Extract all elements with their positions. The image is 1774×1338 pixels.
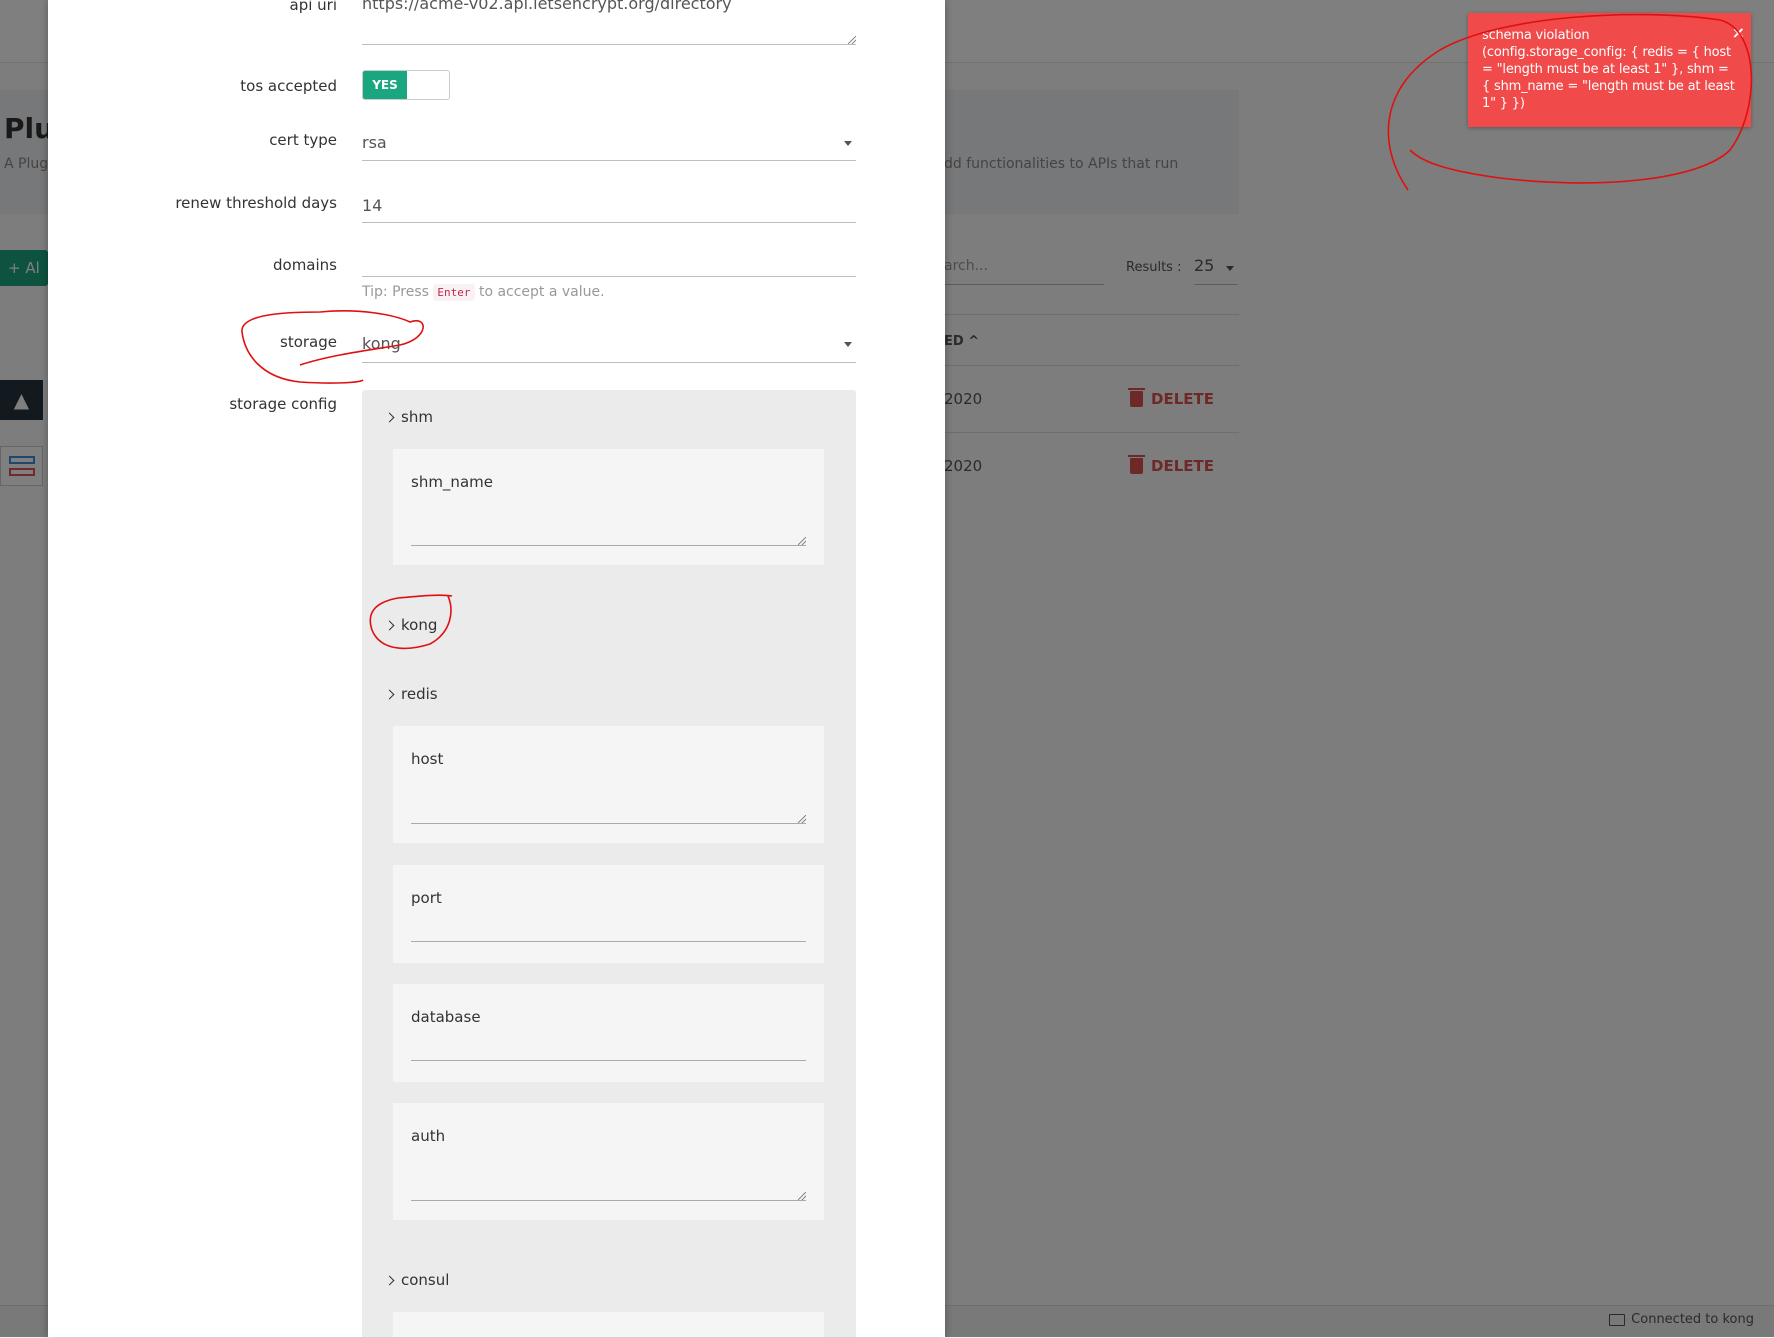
tip-suffix: to accept a value. (478, 284, 605, 300)
error-toast: schema violation (config.storage_config:… (1468, 13, 1751, 127)
api-uri-underline (362, 44, 856, 45)
storage-underline (362, 362, 856, 363)
field-card-host: host (393, 726, 824, 843)
chevron-right-icon (384, 1275, 395, 1285)
tos-accepted-toggle[interactable]: YES (362, 70, 450, 100)
field-card-consul (393, 1312, 824, 1337)
host-label: host (411, 750, 444, 768)
field-card-database: database (393, 984, 824, 1082)
domains-input[interactable] (362, 276, 856, 277)
chevron-right-icon (384, 412, 395, 422)
cert-type-underline (362, 160, 856, 161)
field-card-port: port (393, 865, 824, 963)
storage-config-label: storage config (229, 395, 337, 413)
cert-type-select[interactable]: rsa (362, 133, 387, 152)
renew-threshold-underline (362, 222, 856, 223)
domains-tip: Tip: Press Enter to accept a value. (362, 284, 605, 301)
field-card-auth: auth (393, 1103, 824, 1220)
caret-down-icon (844, 342, 852, 347)
section-toggle-kong[interactable]: kong (384, 616, 438, 634)
resize-handle-icon[interactable] (798, 537, 806, 545)
storage-label: storage (280, 333, 337, 351)
toggle-on-label: YES (363, 71, 407, 99)
resize-handle-icon[interactable] (798, 1192, 806, 1200)
api-uri-field[interactable]: https://acme-v02.api.letsencrypt.org/dir… (362, 0, 732, 13)
auth-label: auth (411, 1127, 446, 1145)
database-label: database (411, 1008, 481, 1026)
storage-select[interactable]: kong (362, 334, 401, 353)
renew-threshold-days-input[interactable]: 14 (362, 196, 382, 215)
section-toggle-consul[interactable]: consul (384, 1271, 450, 1289)
close-icon[interactable]: × (1732, 23, 1745, 42)
domains-label: domains (273, 256, 337, 274)
shm-name-input[interactable] (411, 545, 806, 546)
section-label: kong (401, 616, 438, 634)
section-label: consul (401, 1271, 450, 1289)
database-input[interactable] (411, 1060, 806, 1061)
field-card-shm-name: shm_name (393, 449, 824, 565)
plugin-config-modal: api uri https://acme-v02.api.letsencrypt… (48, 0, 945, 1337)
port-input[interactable] (411, 941, 806, 942)
section-label: redis (401, 685, 438, 703)
chevron-right-icon (384, 620, 395, 630)
chevron-right-icon (384, 689, 395, 699)
tip-key: Enter (433, 284, 475, 301)
renew-threshold-days-label: renew threshold days (175, 194, 337, 212)
section-toggle-shm[interactable]: shm (384, 408, 433, 426)
tos-accepted-label: tos accepted (240, 77, 337, 95)
storage-config-panel: shm shm_name kong redis host port databa… (362, 390, 856, 1337)
section-toggle-redis[interactable]: redis (384, 685, 438, 703)
api-uri-label: api uri (289, 0, 338, 14)
tip-prefix: Tip: Press (362, 284, 429, 300)
section-label: shm (401, 408, 433, 426)
resize-handle-icon[interactable] (848, 36, 856, 44)
resize-handle-icon[interactable] (798, 815, 806, 823)
auth-input[interactable] (411, 1200, 806, 1201)
host-input[interactable] (411, 823, 806, 824)
shm-name-label: shm_name (411, 473, 493, 491)
caret-down-icon (844, 141, 852, 146)
cert-type-label: cert type (269, 131, 337, 149)
port-label: port (411, 889, 442, 907)
error-message: schema violation (config.storage_config:… (1482, 28, 1735, 111)
